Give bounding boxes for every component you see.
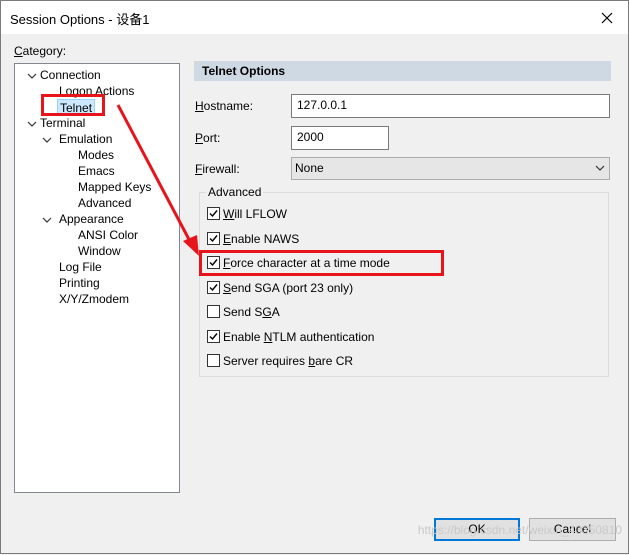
session-options-dialog: Session Options - 设备1 Category: Connecti…	[0, 0, 629, 554]
watermark-text: https://blog.csdn.net/weixin_43350810	[417, 523, 622, 537]
annotation-arrow-icon	[116, 104, 199, 256]
